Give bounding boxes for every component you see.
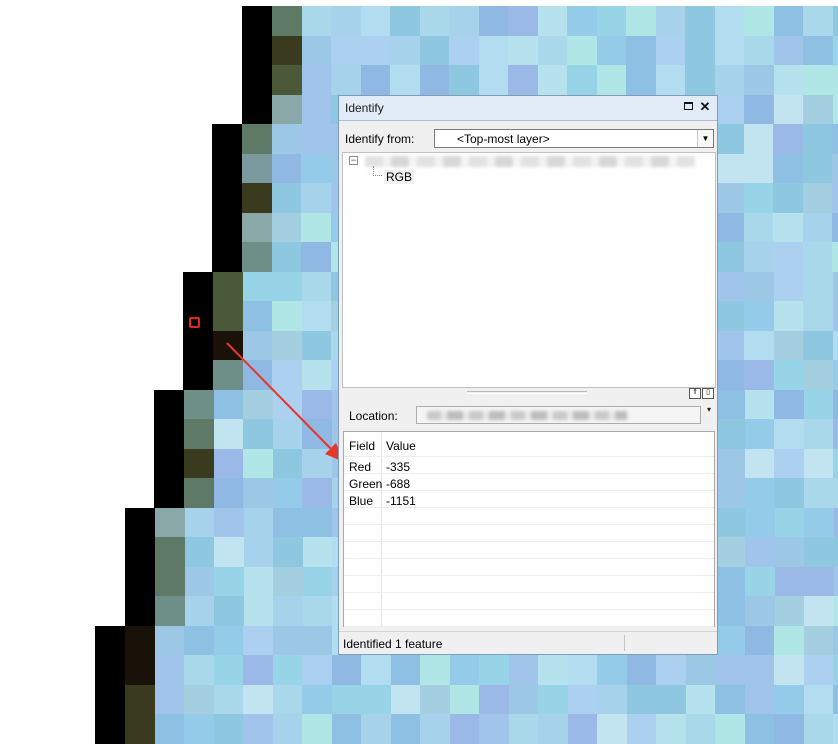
collapse-panel-icon[interactable]: ⇑ <box>689 388 701 399</box>
identify-from-value: <Top-most layer> <box>457 132 550 146</box>
row-green-field: Green <box>349 477 383 491</box>
close-icon[interactable]: ✕ <box>698 100 712 114</box>
identify-titlebar[interactable]: Identify ✕ <box>339 96 717 121</box>
column-divider <box>381 432 382 626</box>
location-label: Location: <box>349 409 398 423</box>
grid-row-line <box>344 609 714 610</box>
location-field[interactable] <box>416 406 701 424</box>
status-separator <box>624 635 625 651</box>
grid-row-line <box>344 541 714 542</box>
column-header-field[interactable]: Field <box>349 439 375 453</box>
grid-row-line <box>344 592 714 593</box>
grid-row-line <box>344 558 714 559</box>
window-title: Identify <box>345 101 384 115</box>
collapse-icon[interactable]: − <box>349 156 358 165</box>
status-text: Identified 1 feature <box>343 637 443 651</box>
grid-row-line <box>344 524 714 525</box>
status-bar: Identified 1 feature <box>339 631 717 654</box>
row-red-value: -335 <box>386 460 411 474</box>
identify-from-dropdown[interactable]: <Top-most layer> ▼ <box>434 129 714 148</box>
panel-splitter[interactable] <box>342 388 716 396</box>
chevron-down-icon[interactable]: ▼ <box>697 130 713 147</box>
location-dropdown-icon[interactable]: ▾ <box>707 405 711 414</box>
tree-item-rgb[interactable]: RGB <box>384 170 415 184</box>
maximize-icon[interactable] <box>681 100 695 114</box>
grid-row-line <box>344 575 714 576</box>
location-value-redacted <box>427 411 627 420</box>
panel-layout-buttons: ⇑ ▯ <box>688 388 714 402</box>
results-tree[interactable]: − RGB <box>342 152 716 388</box>
column-header-value[interactable]: Value <box>386 439 416 453</box>
row-blue-value: -1151 <box>386 494 416 508</box>
split-panel-icon[interactable]: ▯ <box>702 388 714 399</box>
identify-from-label: Identify from: <box>345 132 415 146</box>
identify-window: Identify ✕ Identify from: <Top-most laye… <box>338 95 718 655</box>
tree-connector <box>373 166 382 176</box>
grid-row-line <box>344 626 714 627</box>
row-green-value: -688 <box>386 477 411 491</box>
grid-row-line <box>344 456 714 457</box>
layer-name-redacted <box>365 156 695 167</box>
annotation-arrow-shaft <box>226 342 335 453</box>
row-red-field: Red <box>349 460 372 474</box>
attribute-grid: Field Value Red -335 Green -688 Blue -11… <box>343 431 715 627</box>
row-blue-field: Blue <box>349 494 374 508</box>
